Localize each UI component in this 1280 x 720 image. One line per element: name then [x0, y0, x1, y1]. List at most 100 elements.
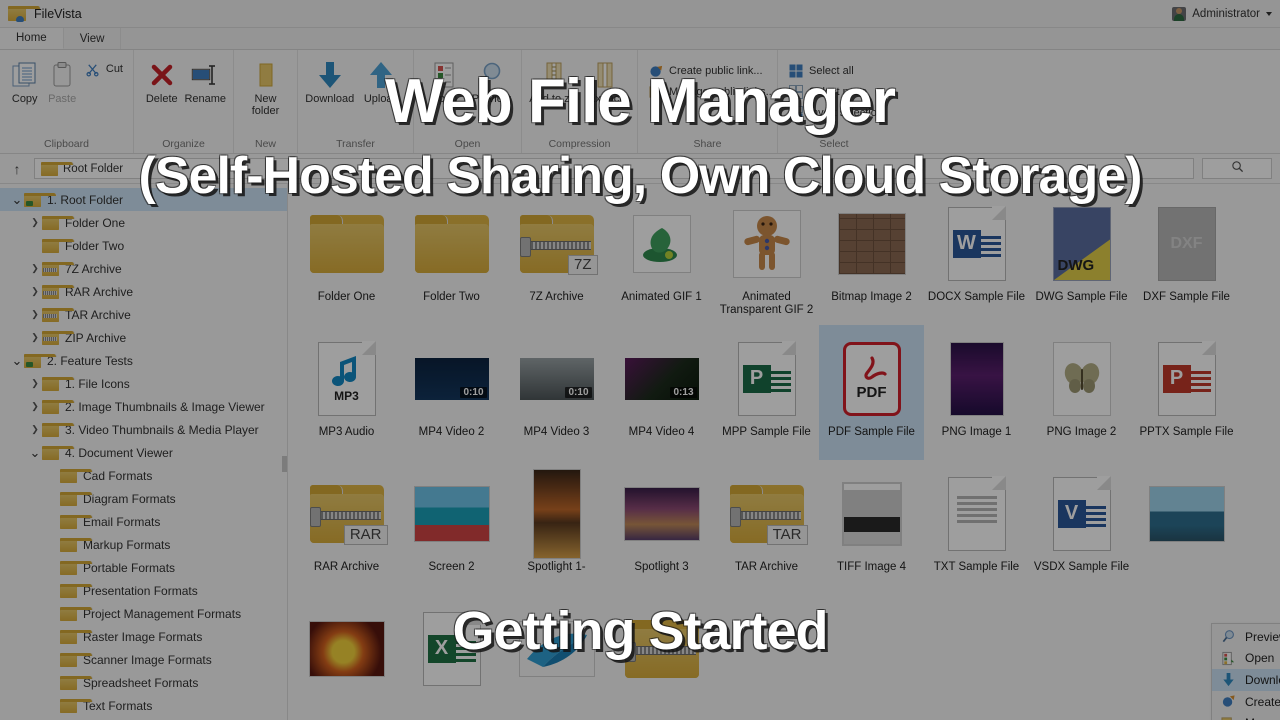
folder-tree-sidebar[interactable]: ⌄ 1. Root Folder ❯ Folder One Folder Two ❯ 7Z … [0, 184, 288, 720]
file-item[interactable]: Animated Transparent GIF 2 [714, 190, 819, 325]
file-item[interactable]: TIFF Image 4 [819, 460, 924, 595]
sidebar-item-cad-formats[interactable]: Cad Formats [0, 464, 287, 487]
up-arrow-icon[interactable]: ↑ [8, 160, 26, 178]
chevron-right-icon[interactable]: ❯ [28, 217, 42, 228]
sidebar-item-folder-one[interactable]: ❯ Folder One [0, 211, 287, 234]
file-item[interactable]: TXT Sample File [924, 460, 1029, 595]
app-logo-icon [8, 5, 41, 22]
file-item[interactable]: Bitmap Image 2 [819, 190, 924, 325]
file-item[interactable]: 7Z 7Z Archive [504, 190, 609, 325]
avatar-icon [1172, 6, 1187, 21]
chevron-right-icon[interactable]: ❯ [28, 309, 42, 320]
ribbon-button-new-folder[interactable]: New folder [240, 55, 291, 117]
zipfolder-thumbnail: TAR [729, 466, 808, 561]
search-input[interactable] [1202, 158, 1272, 179]
chevron-right-icon[interactable]: ❯ [28, 401, 42, 412]
context-menu-item-preview[interactable]: Preview [1212, 626, 1280, 648]
chevron-down-icon[interactable]: ⌄ [10, 354, 24, 367]
chevron-right-icon[interactable]: ❯ [28, 263, 42, 274]
file-item[interactable]: Screen 2 [399, 460, 504, 595]
context-menu-item-open[interactable]: Open [1212, 648, 1280, 670]
open-list-icon [1220, 650, 1236, 666]
sidebar-item-project-management-formats[interactable]: Project Management Formats [0, 602, 287, 625]
file-item[interactable]: TAR TAR Archive [714, 460, 819, 595]
file-item[interactable]: P MPP Sample File [714, 325, 819, 460]
chevron-right-icon[interactable]: ❯ [28, 286, 42, 297]
ribbon-button-paste[interactable]: Paste [43, 55, 80, 105]
sidebar-item-3-video-thumbnails-media-player[interactable]: ❯ 3. Video Thumbnails & Media Player [0, 418, 287, 441]
ribbon-label-rename: Rename [184, 93, 227, 105]
sidebar-item-portable-formats[interactable]: Portable Formats [0, 556, 287, 579]
sidebar-item-4-document-viewer[interactable]: ⌄ 4. Document Viewer [0, 441, 287, 464]
sidebar-item-spreadsheet-formats[interactable]: Spreadsheet Formats [0, 671, 287, 694]
context-menu-item-manage-public-links[interactable]: Manage public links... [1212, 712, 1280, 720]
file-item[interactable]: V VSDX Sample File [1029, 460, 1134, 595]
file-item-label: PNG Image 1 [941, 426, 1012, 438]
file-item[interactable]: RAR RAR Archive [294, 460, 399, 595]
video-thumbnail: 0:10 [519, 331, 594, 426]
image-thumbnail [841, 466, 902, 561]
file-item[interactable]: W DOCX Sample File [924, 190, 1029, 325]
tab-home[interactable]: Home [0, 28, 64, 49]
folder-icon [60, 491, 93, 506]
context-menu-item-download[interactable]: Download [1212, 669, 1280, 691]
ribbon-button-rename[interactable]: Rename [184, 55, 228, 105]
file-item[interactable]: 0:10 MP4 Video 3 [504, 325, 609, 460]
sidebar-item-raster-image-formats[interactable]: Raster Image Formats [0, 625, 287, 648]
file-item-label: Animated Transparent GIF 2 [719, 291, 814, 316]
ribbon-button-cut[interactable]: Cut [81, 59, 127, 79]
file-item[interactable]: PNG Image 1 [924, 325, 1029, 460]
sidebar-scrollbar[interactable] [282, 456, 287, 472]
sidebar-item-7z-archive[interactable]: ❯ 7Z Archive [0, 257, 287, 280]
file-item[interactable]: Folder Two [399, 190, 504, 325]
sidebar-item-2-image-thumbnails-image-viewer[interactable]: ❯ 2. Image Thumbnails & Image Viewer [0, 395, 287, 418]
file-item[interactable]: Folder One [294, 190, 399, 325]
file-item[interactable]: 0:10 MP4 Video 2 [399, 325, 504, 460]
title-bar: FileVista Administrator [0, 0, 1280, 28]
file-item[interactable]: PNG Image 2 [1029, 325, 1134, 460]
file-item[interactable]: Spotlight 1- [504, 460, 609, 595]
ribbon-button-download[interactable]: Download [304, 55, 356, 105]
file-item[interactable]: MP3 MP3 Audio [294, 325, 399, 460]
chevron-down-icon[interactable]: ⌄ [10, 193, 24, 206]
chevron-right-icon[interactable]: ❯ [28, 332, 42, 343]
sidebar-item-rar-archive[interactable]: ❯ RAR Archive [0, 280, 287, 303]
file-item[interactable]: Animated GIF 1 [609, 190, 714, 325]
ribbon-button-copy[interactable]: Copy [6, 55, 43, 105]
file-item[interactable]: PDF PDF Sample File [819, 325, 924, 460]
sidebar-item-zip-archive[interactable]: ❯ ZIP Archive [0, 326, 287, 349]
file-item[interactable]: Spotlight 3 [609, 460, 714, 595]
file-item-label: TXT Sample File [933, 561, 1020, 573]
chevron-right-icon[interactable]: ❯ [28, 378, 42, 389]
sidebar-item-tar-archive[interactable]: ❯ TAR Archive [0, 303, 287, 326]
sidebar-item-2-feature-tests[interactable]: ⌄ 2. Feature Tests [0, 349, 287, 372]
file-item[interactable]: DXF DXF Sample File [1134, 190, 1239, 325]
context-menu[interactable]: Preview Open Download Create public link...… [1211, 623, 1280, 720]
file-item[interactable] [1134, 460, 1239, 595]
file-item[interactable] [294, 595, 399, 720]
file-item[interactable]: 0:13 MP4 Video 4 [609, 325, 714, 460]
ribbon-button-delete[interactable]: Delete [140, 55, 184, 105]
file-item[interactable]: P PPTX Sample File [1134, 325, 1239, 460]
tab-view[interactable]: View [64, 28, 122, 49]
sidebar-item-folder-two[interactable]: Folder Two [0, 234, 287, 257]
chevron-down-icon[interactable]: ⌄ [28, 446, 42, 459]
sidebar-item-scanner-image-formats[interactable]: Scanner Image Formats [0, 648, 287, 671]
user-name[interactable]: Administrator [1192, 8, 1260, 20]
sidebar-item-email-formats[interactable]: Email Formats [0, 510, 287, 533]
sidebar-item-markup-formats[interactable]: Markup Formats [0, 533, 287, 556]
ribbon-group-new: New folder New [234, 50, 298, 153]
file-item[interactable]: DWG DWG Sample File [1029, 190, 1134, 325]
chevron-down-icon[interactable] [1266, 11, 1272, 16]
file-item-label: Animated GIF 1 [621, 291, 702, 303]
folder-icon [60, 560, 93, 575]
sidebar-item-1-file-icons[interactable]: ❯ 1. File Icons [0, 372, 287, 395]
sidebar-item-text-formats[interactable]: Text Formats [0, 694, 287, 717]
sidebar-item-label: Presentation Formats [83, 583, 198, 598]
sidebar-item-presentation-formats[interactable]: Presentation Formats [0, 579, 287, 602]
folder-icon [60, 698, 93, 713]
chevron-right-icon[interactable]: ❯ [28, 424, 42, 435]
context-menu-item-create-public-link[interactable]: Create public link... [1212, 691, 1280, 713]
sidebar-item-diagram-formats[interactable]: Diagram Formats [0, 487, 287, 510]
rename-icon [190, 59, 220, 91]
